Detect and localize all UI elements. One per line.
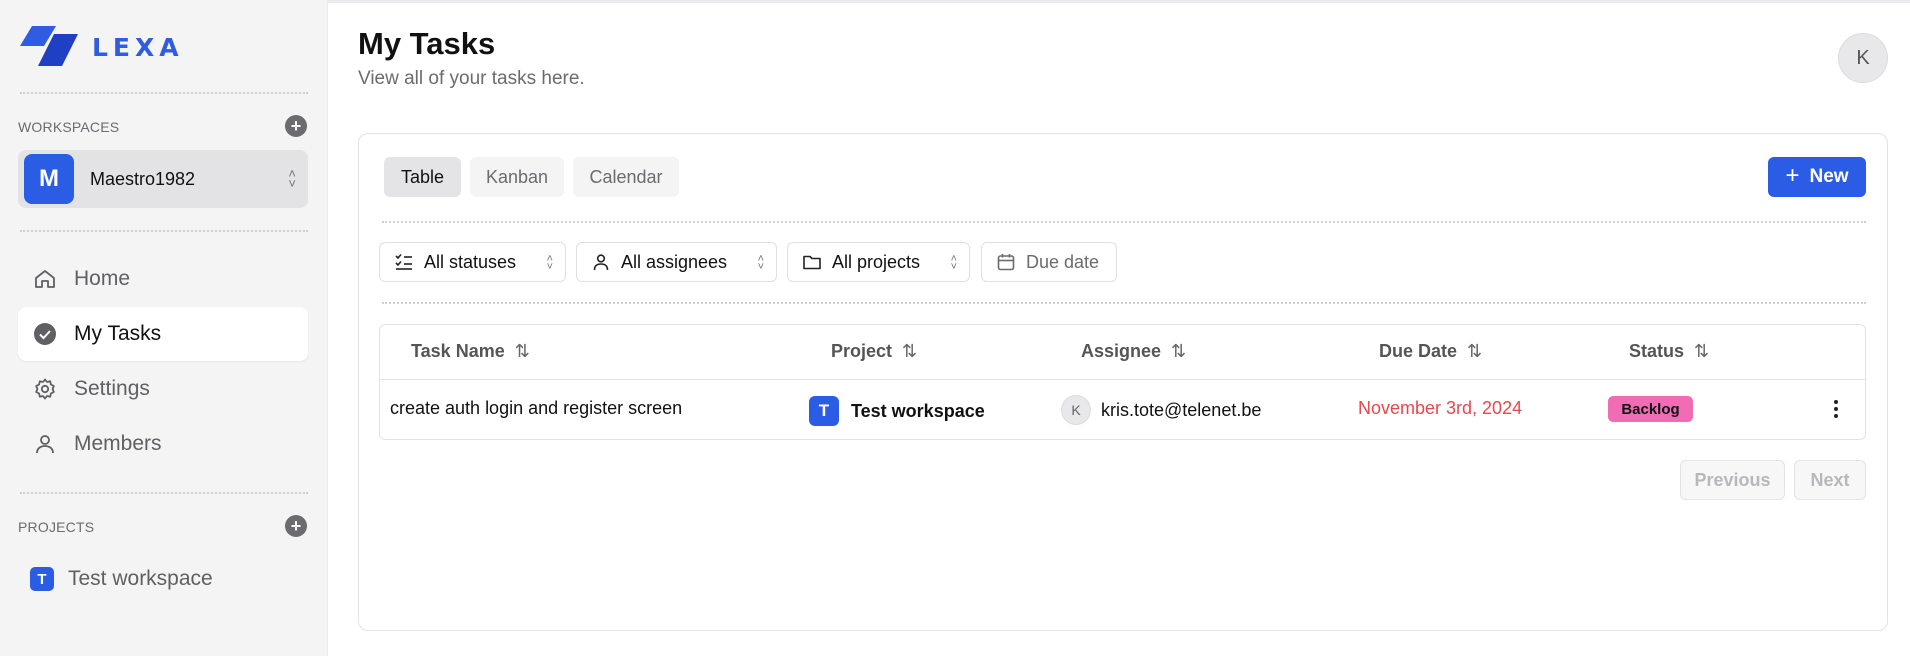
divider (382, 302, 1866, 304)
sort-icon: ⇅ (514, 341, 530, 361)
project-filter-label: All projects (832, 251, 921, 272)
due-date-filter-label: Due date (1026, 251, 1100, 272)
tab-calendar[interactable]: Calendar (573, 157, 679, 197)
plus-icon: + (1785, 161, 1800, 189)
tab-table[interactable]: Table (384, 157, 461, 197)
project-avatar: T (30, 567, 54, 591)
tab-kanban[interactable]: Kanban (470, 157, 564, 197)
sidebar-item-label: Home (74, 267, 131, 290)
project-name: Test workspace (68, 567, 213, 590)
workspace-name: Maestro1982 (90, 168, 196, 189)
workspaces-label: WORKSPACES (18, 119, 120, 135)
divider (382, 221, 1866, 223)
list-checks-icon (394, 252, 414, 272)
status-badge: Backlog (1608, 396, 1693, 422)
divider (20, 92, 308, 94)
row-actions-icon[interactable] (1826, 398, 1846, 420)
assignee-avatar: K (1061, 395, 1091, 425)
divider (20, 492, 308, 494)
user-icon (591, 252, 611, 272)
sidebar-item-project[interactable]: T Test workspace (18, 560, 308, 598)
column-header-assignee[interactable]: Assignee ⇅ (1081, 341, 1186, 362)
chevron-up-down-icon: ˄ ˅ (950, 253, 957, 273)
next-page-button[interactable]: Next (1794, 460, 1866, 500)
user-icon (32, 431, 58, 457)
project-filter[interactable]: All projects ˄ ˅ (787, 242, 970, 282)
top-border (328, 0, 1910, 3)
due-date-cell: November 3rd, 2024 (1358, 398, 1523, 418)
row-divider (380, 379, 1865, 380)
column-header-label: Task Name (411, 341, 505, 361)
sort-icon: ⇅ (1467, 341, 1483, 361)
column-header-label: Status (1629, 341, 1685, 361)
status-filter[interactable]: All statuses ˄ ˅ (379, 242, 566, 282)
add-project-button[interactable]: + (285, 515, 307, 537)
chevron-up-down-icon: ˄ ˅ (546, 253, 553, 273)
logo[interactable]: LEXA (18, 24, 184, 68)
brand-name: LEXA (92, 32, 184, 62)
check-circle-icon (32, 321, 58, 347)
projects-label: PROJECTS (18, 519, 95, 535)
sort-icon: ⇅ (1694, 341, 1710, 361)
folder-icon (802, 252, 822, 272)
calendar-icon (996, 252, 1016, 272)
sidebar-item-label: My Tasks (74, 322, 162, 345)
assignee-filter[interactable]: All assignees ˄ ˅ (576, 242, 777, 282)
sidebar: LEXA WORKSPACES + M Maestro1982 ˄ ˅ Home … (0, 0, 328, 656)
chevron-up-down-icon: ˄ ˅ (757, 253, 764, 273)
chevron-up-down-icon: ˄ ˅ (288, 166, 296, 191)
new-task-button[interactable]: + New (1768, 157, 1866, 197)
task-name-cell[interactable]: create auth login and register screen (390, 398, 682, 419)
sidebar-item-settings[interactable]: Settings (18, 362, 308, 416)
due-date-filter[interactable]: Due date (981, 242, 1117, 282)
column-header-label: Due Date (1379, 341, 1458, 361)
add-workspace-button[interactable]: + (285, 115, 307, 137)
previous-page-button[interactable]: Previous (1680, 460, 1785, 500)
user-avatar[interactable]: K (1838, 33, 1888, 83)
gear-icon (32, 376, 58, 402)
page-subtitle: View all of your tasks here. (358, 68, 585, 89)
project-name: Test workspace (851, 400, 985, 421)
column-header-task-name[interactable]: Task Name ⇅ (411, 341, 530, 362)
workspace-switcher[interactable]: M Maestro1982 ˄ ˅ (18, 150, 308, 208)
workspace-avatar: M (24, 154, 74, 204)
assignee-cell: K kris.tote@telenet.be (1061, 395, 1261, 425)
column-header-status[interactable]: Status ⇅ (1629, 341, 1709, 362)
sidebar-item-label: Members (74, 432, 162, 455)
assignee-email: kris.tote@telenet.be (1101, 399, 1262, 420)
sort-icon: ⇅ (902, 341, 918, 361)
new-button-label: New (1809, 166, 1849, 187)
lexa-logo-icon (18, 24, 80, 68)
page-title: My Tasks (358, 26, 496, 61)
sort-icon: ⇅ (1171, 341, 1187, 361)
project-cell[interactable]: T Test workspace (809, 396, 985, 426)
sidebar-item-label: Settings (74, 377, 150, 400)
column-header-label: Assignee (1081, 341, 1162, 361)
assignee-filter-label: All assignees (621, 251, 728, 272)
sidebar-item-home[interactable]: Home (18, 252, 308, 306)
divider (20, 230, 308, 232)
column-header-project[interactable]: Project ⇅ (831, 341, 917, 362)
sidebar-item-my-tasks[interactable]: My Tasks (18, 307, 308, 361)
column-header-due-date[interactable]: Due Date ⇅ (1379, 341, 1482, 362)
home-icon (32, 266, 58, 292)
column-header-label: Project (831, 341, 893, 361)
status-filter-label: All statuses (424, 251, 517, 272)
project-avatar: T (809, 396, 839, 426)
sidebar-item-members[interactable]: Members (18, 417, 308, 471)
